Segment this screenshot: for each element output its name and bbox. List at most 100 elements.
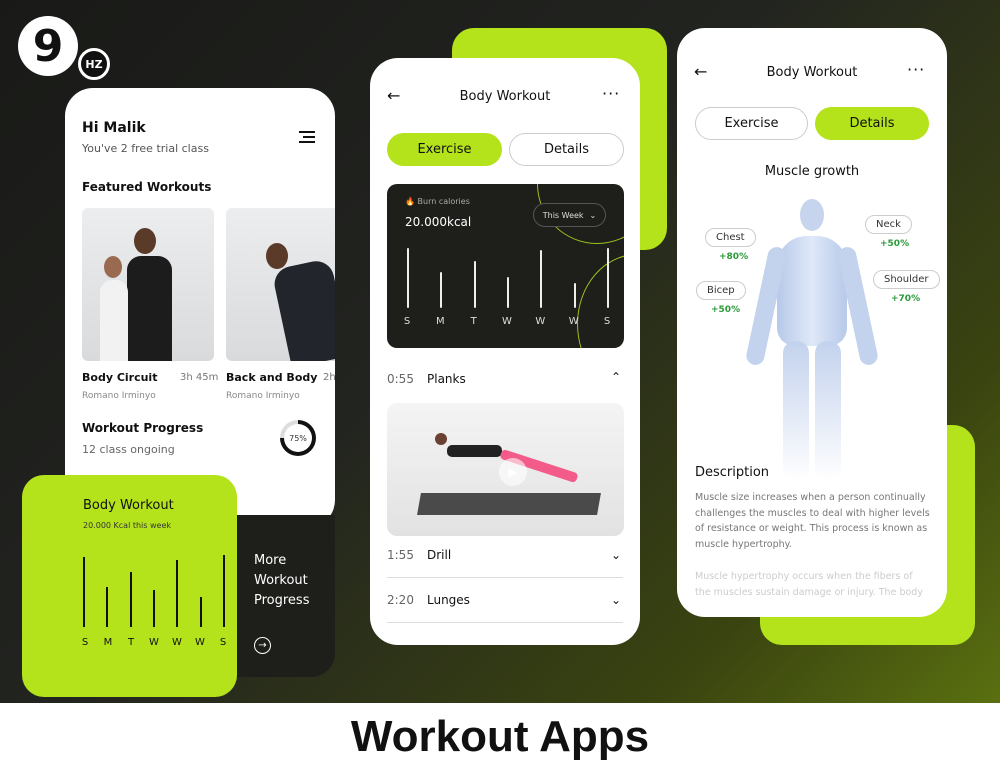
weekly-bar-chart: [83, 555, 225, 627]
workout-trainer: Romano Irminyo: [226, 391, 300, 401]
tab-details[interactable]: Details: [509, 133, 624, 166]
card-title: Body Workout: [83, 498, 174, 513]
more-options-icon[interactable]: ···: [602, 84, 620, 103]
weekday-label: T: [127, 637, 135, 648]
chart-bar: [223, 555, 225, 627]
chart-bar: [129, 572, 132, 627]
exercise-row-planks[interactable]: 0:55 Planks ⌃: [387, 370, 623, 402]
phone-exercise-screen: ← Body Workout ··· Exercise Details 🔥 Bu…: [370, 58, 640, 645]
more-options-icon[interactable]: ···: [907, 60, 925, 79]
exercise-name: Planks: [427, 372, 466, 386]
progress-subtitle: 12 class ongoing: [82, 443, 175, 456]
brand-logo-badge: HZ: [78, 48, 110, 80]
footer-banner: Workout Apps: [0, 703, 1000, 770]
weekday-label: M: [103, 637, 113, 648]
chart-bar: [573, 283, 576, 308]
workout-title: Back and Body: [226, 371, 318, 384]
workout-duration: 3h 45m: [180, 372, 219, 383]
muscle-tag-chest[interactable]: Chest: [705, 228, 756, 247]
exercise-row-drill[interactable]: 1:55 Drill ⌄: [387, 548, 623, 578]
description-text-faded: Muscle hypertrophy occurs when the fiber…: [695, 571, 923, 598]
muscle-value: +70%: [891, 294, 921, 304]
card-subtitle: 20.000 Kcal this week: [83, 521, 172, 530]
weekday-label: S: [403, 316, 411, 327]
tab-exercise[interactable]: Exercise: [387, 133, 502, 166]
more-label: Workout: [254, 573, 308, 588]
play-icon[interactable]: ▶: [499, 458, 527, 486]
chevron-up-icon: ⌃: [610, 370, 621, 384]
arrow-right-icon[interactable]: →: [254, 637, 271, 654]
muscle-tag-bicep[interactable]: Bicep: [696, 281, 746, 300]
body-workout-card[interactable]: Body Workout 20.000 Kcal this week S M T W W…: [22, 475, 237, 697]
body-model-image: [737, 196, 887, 486]
menu-icon[interactable]: [299, 131, 315, 143]
more-label: Progress: [254, 593, 310, 608]
chart-bar: [199, 597, 202, 627]
progress-title: Workout Progress: [82, 421, 204, 435]
weekday-label: W: [568, 316, 579, 327]
brand-logo: 9: [18, 16, 78, 76]
exercise-name: Drill: [427, 548, 452, 562]
chart-bar: [153, 590, 155, 627]
progress-ring: 75%: [280, 420, 316, 456]
weekday-label: W: [535, 316, 546, 327]
exercise-row-lunges[interactable]: 2:20 Lunges ⌄: [387, 593, 623, 623]
progress-label: 75%: [284, 424, 312, 452]
workout-image[interactable]: [226, 208, 335, 361]
tab-details[interactable]: Details: [815, 107, 929, 140]
workout-duration: 2h: [323, 372, 335, 383]
chart-bar: [540, 250, 543, 308]
muscle-tag-shoulder[interactable]: Shoulder: [873, 270, 940, 289]
workout-image[interactable]: [82, 208, 214, 361]
weekday-label: S: [81, 637, 89, 648]
chevron-down-icon: ⌄: [589, 210, 597, 220]
chevron-down-icon: ⌄: [610, 548, 621, 562]
phone-home-screen: Hi Malik You've 2 free trial class Featu…: [65, 88, 335, 528]
description-text: Muscle size increases when a person cont…: [695, 492, 930, 551]
weekday-label: S: [603, 316, 611, 327]
muscle-tag-neck[interactable]: Neck: [865, 215, 912, 234]
period-value: This Week: [542, 210, 584, 220]
weekday-label: M: [436, 316, 445, 327]
weekday-label: W: [502, 316, 512, 327]
weekday-label: W: [172, 637, 182, 648]
section-title: Muscle growth: [764, 164, 860, 179]
footer-title: Workout Apps: [350, 711, 650, 761]
exercise-time: 0:55: [387, 372, 414, 386]
fire-icon: 🔥: [405, 197, 415, 206]
period-dropdown[interactable]: This Week ⌄: [533, 203, 606, 227]
weekday-labels: SMTWWWS: [401, 316, 613, 330]
chart-bar: [473, 261, 476, 308]
burn-label: Burn calories: [417, 197, 470, 206]
chart-bar: [440, 271, 443, 308]
weekday-label: W: [195, 637, 205, 648]
chevron-down-icon: ⌄: [610, 593, 621, 607]
chart-bar: [83, 557, 85, 627]
workout-title: Body Circuit: [82, 371, 158, 384]
weekday-label: T: [470, 316, 477, 327]
weekday-labels: SMTWWWS: [79, 637, 229, 651]
muscle-value: +50%: [711, 305, 741, 315]
description-title: Description: [695, 465, 770, 480]
chart-bar: [176, 560, 179, 627]
workout-trainer: Romano Irminyo: [82, 391, 156, 401]
calories-card: 🔥 Burn calories 20.000kcal This Week ⌄ S M…: [387, 184, 624, 348]
exercise-name: Lunges: [427, 593, 470, 607]
weekday-label: S: [219, 637, 227, 648]
calories-bar-chart: [407, 248, 609, 308]
chart-bar: [407, 248, 409, 308]
screen-title: Body Workout: [459, 89, 551, 104]
phone-details-screen: ← Body Workout ··· Exercise Details Musc…: [677, 28, 947, 617]
chart-bar: [106, 587, 109, 627]
exercise-time: 2:20: [387, 593, 414, 607]
more-label: More: [254, 553, 287, 568]
greeting-subtitle: You've 2 free trial class: [82, 142, 209, 155]
muscle-value: +80%: [719, 252, 749, 262]
weekday-label: W: [149, 637, 159, 648]
exercise-time: 1:55: [387, 548, 414, 562]
exercise-video[interactable]: ▶: [387, 403, 624, 536]
tab-exercise[interactable]: Exercise: [695, 107, 808, 140]
chart-bar: [507, 276, 509, 308]
greeting: Hi Malik: [82, 120, 146, 136]
muscle-value: +50%: [880, 239, 910, 249]
